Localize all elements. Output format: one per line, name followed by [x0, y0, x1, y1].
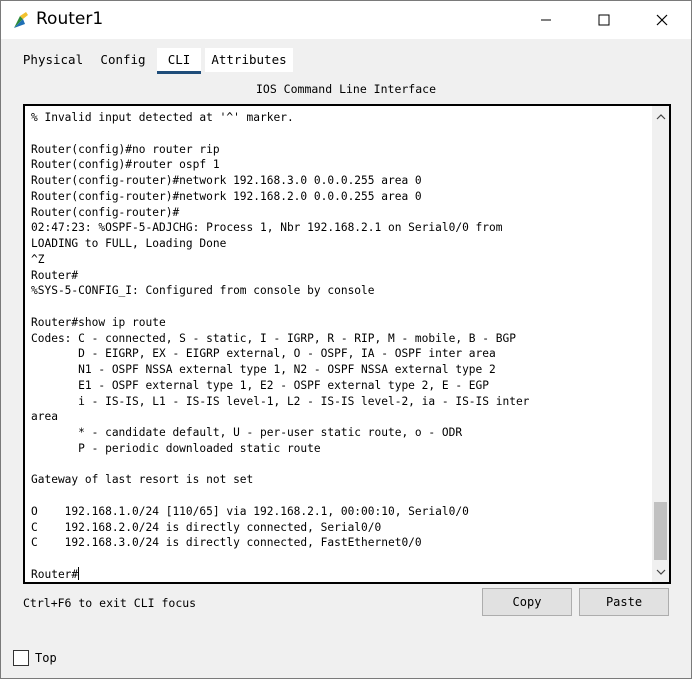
cli-line: area [31, 410, 58, 424]
window-title: Router1 [36, 9, 104, 29]
cli-line: C 192.168.3.0/24 is directly connected, … [31, 536, 422, 550]
paste-button[interactable]: Paste [579, 588, 669, 616]
tab-cli[interactable]: CLI [157, 48, 201, 74]
cli-line: i - IS-IS, L1 - IS-IS level-1, L2 - IS-I… [31, 394, 530, 408]
router-app-icon [14, 12, 28, 28]
cli-line: E1 - OSPF external type 1, E2 - OSPF ext… [31, 378, 490, 392]
cli-line: D - EIGRP, EX - EIGRP external, O - OSPF… [31, 347, 496, 361]
cli-line: %SYS-5-CONFIG_I: Configured from console… [31, 284, 375, 298]
tab-bar: Physical Config CLI Attributes [13, 48, 679, 74]
copy-button[interactable]: Copy [482, 588, 572, 616]
close-icon [656, 14, 668, 26]
tab-physical[interactable]: Physical [17, 48, 89, 72]
cli-line [31, 457, 641, 473]
cli-line: C 192.168.2.0/24 is directly connected, … [31, 520, 382, 534]
exit-cli-hint: Ctrl+F6 to exit CLI focus [23, 596, 197, 610]
cli-line: N1 - OSPF NSSA external type 1, N2 - OSP… [31, 363, 496, 376]
maximize-icon [598, 14, 610, 26]
top-checkbox[interactable] [13, 650, 29, 666]
cli-line: Router(config-router)#network 192.168.2.… [31, 189, 422, 203]
cli-line: Router(config)#no router rip [31, 142, 220, 156]
cli-line: Router#show ip route [31, 315, 166, 329]
cli-panel-title: IOS Command Line Interface [255, 82, 436, 96]
cli-line: ^Z [31, 252, 45, 266]
cli-line: Router(config)#router ospf 1 [31, 158, 220, 172]
cli-line: LOADING to FULL, Loading Done [31, 237, 227, 250]
minimize-icon [541, 19, 551, 21]
tab-cli-label: CLI [167, 52, 191, 67]
cli-line: Router# [31, 268, 79, 282]
text-cursor [78, 566, 80, 580]
scroll-down-button[interactable] [652, 563, 669, 580]
cli-line: Router(config-router)#network 192.168.3.… [31, 174, 422, 187]
cli-line: 02:47:23: %OSPF-5-ADJCHG: Process 1, Nbr… [31, 221, 503, 235]
console-scrollbar[interactable] [652, 106, 669, 582]
chevron-down-icon [656, 569, 665, 575]
cli-line: O 192.168.1.0/24 [110/65] via 192.168.2.… [31, 504, 469, 518]
maximize-button[interactable] [581, 1, 627, 39]
cli-line: Router# [31, 566, 80, 580]
cli-line: % Invalid input detected at '^' marker. [31, 111, 294, 124]
cli-line [31, 299, 641, 315]
tab-config[interactable]: Config [97, 48, 149, 72]
close-button[interactable] [639, 1, 685, 39]
router-window: Router1 Physical Config CLI Attributes I… [0, 0, 692, 679]
scroll-thumb[interactable] [654, 502, 667, 560]
cli-line: * - candidate default, U - per-user stat… [31, 426, 463, 439]
chevron-up-icon [656, 113, 665, 119]
title-bar[interactable]: Router1 [1, 1, 691, 39]
cli-line: Codes: C - connected, S - static, I - IG… [31, 331, 516, 345]
cli-line: Router(config-router)# [31, 205, 180, 219]
tab-attributes[interactable]: Attributes [205, 48, 293, 72]
cli-line: P - periodic downloaded static route [31, 441, 321, 455]
cli-line [31, 488, 641, 504]
minimize-button[interactable] [523, 1, 569, 39]
cli-panel: IOS Command Line Interface % Invalid inp… [13, 74, 679, 642]
scroll-up-button[interactable] [652, 108, 669, 125]
top-checkbox-label: Top [35, 651, 57, 665]
cli-console[interactable]: % Invalid input detected at '^' marker. … [23, 104, 671, 584]
cli-output[interactable]: % Invalid input detected at '^' marker. … [31, 110, 641, 580]
cli-line [31, 551, 641, 567]
cli-line [31, 126, 641, 142]
cli-line: Gateway of last resort is not set [31, 473, 254, 487]
